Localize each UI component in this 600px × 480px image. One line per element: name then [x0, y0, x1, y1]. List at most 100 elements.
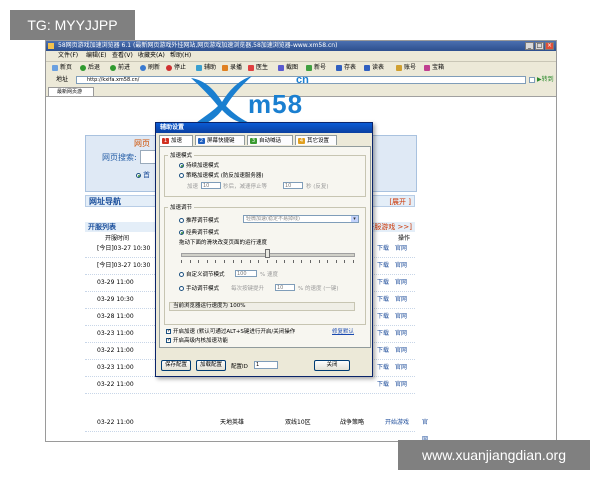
manual-mode-radio[interactable]: 手动调节模式	[179, 284, 219, 292]
new-page-button[interactable]: 新页	[52, 62, 72, 74]
slider-tick	[310, 260, 311, 263]
official-link[interactable]: 官网	[395, 257, 407, 274]
recommend-select[interactable]: 轻微加速(稳定不易掉线) ▾	[243, 215, 359, 223]
address-dropdown-icon[interactable]	[529, 77, 535, 83]
stop-button[interactable]: 停止	[166, 62, 186, 74]
window-title: 58网页游戏加速浏览器 6.1 (最新网页游戏外挂网站,网页游戏加速浏览器,58…	[58, 42, 338, 49]
official-link[interactable]: 官网	[395, 274, 407, 291]
back-arrow-icon	[80, 64, 86, 71]
logo-x-mark	[191, 76, 252, 126]
official-link[interactable]: 官网	[395, 240, 407, 257]
slider-tick	[327, 260, 329, 263]
tab-hotkeys[interactable]: 2 屏幕快捷键	[195, 135, 245, 145]
tab-other-settings[interactable]: 4 其它设置	[295, 135, 337, 145]
download-link[interactable]: 下载	[377, 342, 389, 359]
radio-icon	[179, 173, 184, 178]
tab-accelerate[interactable]: 1 加速	[159, 135, 193, 146]
radio-icon	[179, 286, 184, 291]
download-link[interactable]: 下载	[377, 308, 389, 325]
tab-auto-shout[interactable]: 3 自动喊话	[247, 135, 293, 145]
accel-seconds-input[interactable]: 10	[201, 182, 221, 189]
tab-number-1: 1	[162, 138, 169, 144]
close-window-button[interactable]: ×	[545, 42, 554, 50]
slider-tick	[267, 260, 268, 263]
address-label: 地址	[56, 76, 69, 83]
refresh-button[interactable]: 刷新	[140, 62, 160, 74]
download-link[interactable]: 下载	[377, 325, 389, 342]
search-label: 网页搜索:	[102, 153, 137, 162]
search-panel-title: 网页	[134, 139, 150, 148]
menu-view[interactable]: 查看(V)	[112, 51, 133, 61]
search-radio-option[interactable]: 首	[136, 170, 150, 180]
download-link[interactable]: 下载	[377, 376, 389, 393]
treasure-button[interactable]: 宝箱	[424, 62, 444, 74]
tab-number-4: 4	[298, 138, 305, 144]
logo-cn: cn	[296, 74, 309, 86]
download-link[interactable]: 下载	[377, 359, 389, 376]
manual-step-input[interactable]: 10	[275, 284, 295, 291]
classic-mode-radio[interactable]: 经典调节模式	[179, 228, 219, 236]
radio-icon	[179, 218, 184, 223]
download-link[interactable]: 下载	[377, 240, 389, 257]
menu-bar: 文件(F) 编辑(E) 查看(V) 收藏夹(A) 帮助(H)	[46, 51, 556, 61]
slider-tick	[353, 260, 354, 263]
recommend-mode-radio[interactable]: 推荐调节模式	[179, 216, 219, 224]
custom-speed-input[interactable]: 100	[235, 270, 257, 277]
camera-icon	[278, 64, 284, 71]
enable-accel-checkbox[interactable]: ✓ 开启加速 (默认可通过ALT+S键进行开启/关闭操作	[166, 327, 295, 335]
minimize-button[interactable]: _	[525, 42, 534, 50]
download-link[interactable]: 下载	[377, 274, 389, 291]
slider-tick	[181, 260, 182, 263]
start-game-link[interactable]: 开始游戏	[385, 414, 409, 431]
table-row: 03-22 11:00 天地英雄 双线10区 战争策略 开始游戏 官网	[85, 414, 428, 443]
accel-unit-label: 秒后，减速停止等	[223, 184, 268, 190]
maximize-button[interactable]: □	[535, 42, 544, 50]
stop-unit-label: 秒 (反复)	[306, 184, 329, 190]
load-config-button[interactable]: 加载配置	[196, 360, 226, 371]
official-link[interactable]: 官网	[395, 308, 407, 325]
menu-file[interactable]: 文件(F)	[58, 51, 78, 61]
official-link[interactable]: 官网	[395, 291, 407, 308]
save-table-button[interactable]: 存表	[336, 62, 356, 74]
stop-icon	[166, 64, 172, 71]
download-link[interactable]: 下载	[377, 257, 389, 274]
menu-help[interactable]: 帮助(H)	[170, 51, 191, 61]
current-speed-value: 100%	[229, 303, 246, 309]
nav-expand-link[interactable]: [展开 ]	[389, 196, 411, 208]
back-button[interactable]: 后退	[80, 62, 100, 74]
restore-default-link[interactable]: 修复默认	[332, 327, 354, 335]
official-link[interactable]: 官网	[395, 342, 407, 359]
menu-favorites[interactable]: 收藏夹(A)	[138, 51, 165, 61]
tab-number-3: 3	[250, 138, 257, 144]
tab-number-2: 2	[198, 138, 205, 144]
continuous-mode-radio[interactable]: 持续加速模式	[179, 161, 219, 169]
new-account-button[interactable]: 新号	[306, 62, 326, 74]
official-link[interactable]: 官网	[395, 359, 407, 376]
slider-tick	[258, 260, 260, 263]
checkbox-checked-icon: ✓	[166, 337, 172, 343]
screenshot-button[interactable]: 截图	[278, 62, 298, 74]
slider-tick	[241, 260, 243, 263]
speed-slider-thumb[interactable]	[265, 249, 270, 258]
enable-kernel-accel-checkbox[interactable]: ✓ 开启高级内核加速功能	[166, 336, 228, 344]
slider-tick	[215, 260, 217, 263]
account-button[interactable]: 账号	[396, 62, 416, 74]
strategy-mode-radio[interactable]: 策略加速模式 (防反加速服务器)	[179, 171, 264, 179]
config-id-input[interactable]: 1	[254, 361, 278, 369]
close-dialog-button[interactable]: 关闭	[314, 360, 350, 371]
stop-seconds-input[interactable]: 10	[283, 182, 303, 189]
official-link[interactable]: 官网	[395, 376, 407, 393]
accel-mode-group: 加速模式 持续加速模式 策略加速模式 (防反加速服务器) 加速 10 秒后，减速…	[164, 151, 366, 197]
browser-tab[interactable]: 最新网页游	[48, 87, 94, 96]
forward-button[interactable]: 前进	[110, 62, 130, 74]
custom-mode-radio[interactable]: 自定义调节模式	[179, 270, 225, 278]
radio-icon	[179, 272, 184, 277]
assist-settings-dialog: 辅助设置 1 加速 2 屏幕快捷键 3 自动喊话 4 其它设置 加速模式 持续加速模式 …	[155, 122, 373, 377]
radio-icon	[136, 172, 141, 178]
official-link[interactable]: 官网	[395, 325, 407, 342]
go-button[interactable]: ▶转到	[537, 75, 554, 85]
save-config-button[interactable]: 保存配置	[161, 360, 191, 371]
download-link[interactable]: 下载	[377, 291, 389, 308]
read-table-button[interactable]: 读表	[364, 62, 384, 74]
menu-edit[interactable]: 编辑(E)	[86, 51, 106, 61]
